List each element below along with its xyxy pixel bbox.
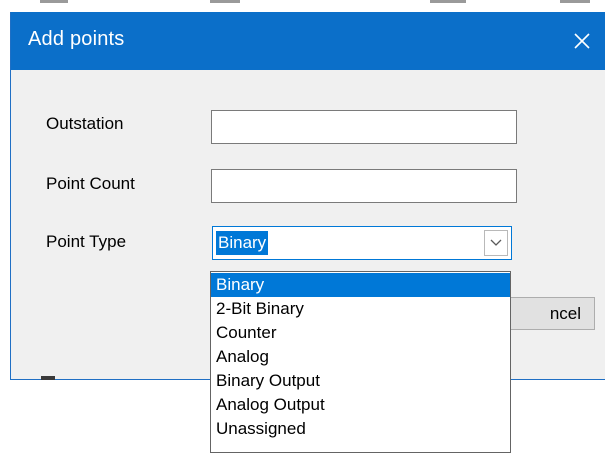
dropdown-option-binary-output[interactable]: Binary Output [211,369,510,393]
point-count-input[interactable] [211,169,517,203]
dialog-titlebar: Add points [11,12,605,70]
partial-control-edge [41,376,55,380]
dropdown-option-analog[interactable]: Analog [211,345,510,369]
dropdown-option-2-bit-binary[interactable]: 2-Bit Binary [211,297,510,321]
close-button[interactable] [559,12,605,70]
dropdown-option-counter[interactable]: Counter [211,321,510,345]
point-type-combobox[interactable]: Binary [212,226,512,260]
point-count-label: Point Count [46,174,135,193]
point-type-selected-value: Binary [216,231,269,255]
cancel-button[interactable]: ncel [502,297,595,330]
dropdown-option-binary[interactable]: Binary [211,273,510,297]
outstation-input[interactable] [211,110,517,144]
cancel-button-label: ncel [549,304,581,323]
background-window-edge [0,0,605,12]
outstation-label: Outstation [46,114,124,133]
screen: Add points Outstation Point Count Point … [0,0,605,457]
dialog-title: Add points [28,28,125,50]
chevron-down-icon [490,239,502,246]
dropdown-option-analog-output[interactable]: Analog Output [211,393,510,417]
dropdown-option-unassigned[interactable]: Unassigned [211,417,510,441]
point-type-dropdown-list[interactable]: Binary 2-Bit Binary Counter Analog Binar… [210,271,511,453]
combobox-dropdown-button[interactable] [484,230,508,256]
point-type-label: Point Type [46,232,127,251]
close-icon [574,33,590,49]
